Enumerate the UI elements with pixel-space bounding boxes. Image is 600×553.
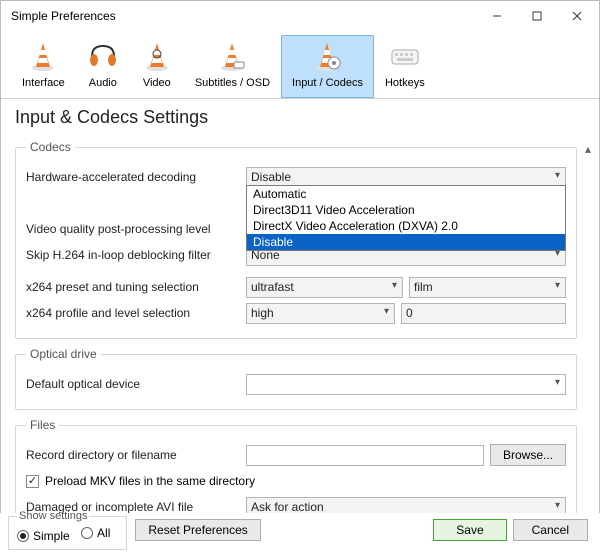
group-optical: Optical drive Default optical device [15, 347, 577, 410]
group-legend: Optical drive [26, 347, 101, 361]
tab-label: Video [143, 77, 171, 89]
vertical-scrollbar[interactable]: ▴ ▾ [581, 142, 595, 532]
tab-interface[interactable]: Interface [11, 35, 76, 98]
hw-decoding-dropdown[interactable]: Automatic Direct3D11 Video Acceleration … [246, 185, 566, 251]
reset-button[interactable]: Reset Preferences [135, 519, 260, 541]
x264-tune-select[interactable]: film [409, 277, 566, 298]
scroll-up-icon[interactable]: ▴ [581, 142, 595, 156]
show-settings-group: Show settings Simple All [8, 510, 127, 550]
category-tabs: Interface Audio Video Subtitles / OSD Input … [1, 31, 599, 99]
tab-icon [311, 40, 343, 75]
footer: Show settings Simple All Reset Preferenc… [0, 513, 600, 553]
group-codecs: Codecs Hardware-accelerated decoding Dis… [15, 140, 577, 339]
close-button[interactable] [557, 2, 597, 30]
window-title: Simple Preferences [11, 9, 477, 23]
group-legend: Codecs [26, 140, 75, 154]
preload-checkbox[interactable]: Preload MKV files in the same directory [26, 474, 255, 488]
settings-pane: Codecs Hardware-accelerated decoding Dis… [1, 138, 599, 536]
tab-hotkeys[interactable]: Hotkeys [374, 35, 436, 98]
dropdown-option-selected[interactable]: Disable [247, 234, 565, 250]
radio-all[interactable]: All [81, 526, 110, 540]
record-label: Record directory or filename [26, 448, 246, 462]
radio-icon [17, 530, 29, 542]
x264-preset-label: x264 preset and tuning selection [26, 280, 246, 294]
tab-icon [141, 40, 173, 75]
tab-label: Hotkeys [385, 77, 425, 89]
save-button[interactable]: Save [433, 519, 506, 541]
x264-preset-select[interactable]: ultrafast [246, 277, 403, 298]
optical-device-label: Default optical device [26, 377, 246, 391]
tab-label: Audio [89, 77, 117, 89]
skip-h264-label: Skip H.264 in-loop deblocking filter [26, 248, 246, 262]
checkbox-icon [26, 475, 39, 488]
vq-label: Video quality post-processing level [26, 222, 246, 236]
tab-icon [389, 40, 421, 75]
dropdown-option[interactable]: DirectX Video Acceleration (DXVA) 2.0 [247, 218, 565, 234]
titlebar: Simple Preferences [1, 1, 599, 31]
tab-subtitles-osd[interactable]: Subtitles / OSD [184, 35, 281, 98]
cancel-button[interactable]: Cancel [513, 519, 588, 541]
tab-label: Input / Codecs [292, 77, 363, 89]
x264-profile-select[interactable]: high [246, 303, 395, 324]
scroll-track[interactable] [585, 156, 591, 518]
record-input[interactable] [246, 445, 484, 466]
show-settings-legend: Show settings [17, 510, 89, 522]
x264-profile-label: x264 profile and level selection [26, 306, 246, 320]
radio-icon [81, 527, 93, 539]
tab-input-codecs[interactable]: Input / Codecs [281, 35, 374, 98]
dropdown-option[interactable]: Automatic [247, 186, 565, 202]
maximize-button[interactable] [517, 2, 557, 30]
x264-level-input[interactable] [401, 303, 566, 324]
tab-icon [87, 40, 119, 75]
tab-video[interactable]: Video [130, 35, 184, 98]
hw-decoding-label: Hardware-accelerated decoding [26, 170, 246, 184]
group-legend: Files [26, 418, 59, 432]
tab-icon [27, 40, 59, 75]
tab-icon [216, 40, 248, 75]
minimize-button[interactable] [477, 2, 517, 30]
browse-button[interactable]: Browse... [490, 444, 566, 466]
tab-label: Interface [22, 77, 65, 89]
tab-label: Subtitles / OSD [195, 77, 270, 89]
optical-device-select[interactable] [246, 374, 566, 395]
radio-simple[interactable]: Simple [17, 529, 70, 543]
page-title: Input & Codecs Settings [1, 99, 599, 138]
tab-audio[interactable]: Audio [76, 35, 130, 98]
preload-label: Preload MKV files in the same directory [45, 474, 255, 488]
dropdown-option[interactable]: Direct3D11 Video Acceleration [247, 202, 565, 218]
